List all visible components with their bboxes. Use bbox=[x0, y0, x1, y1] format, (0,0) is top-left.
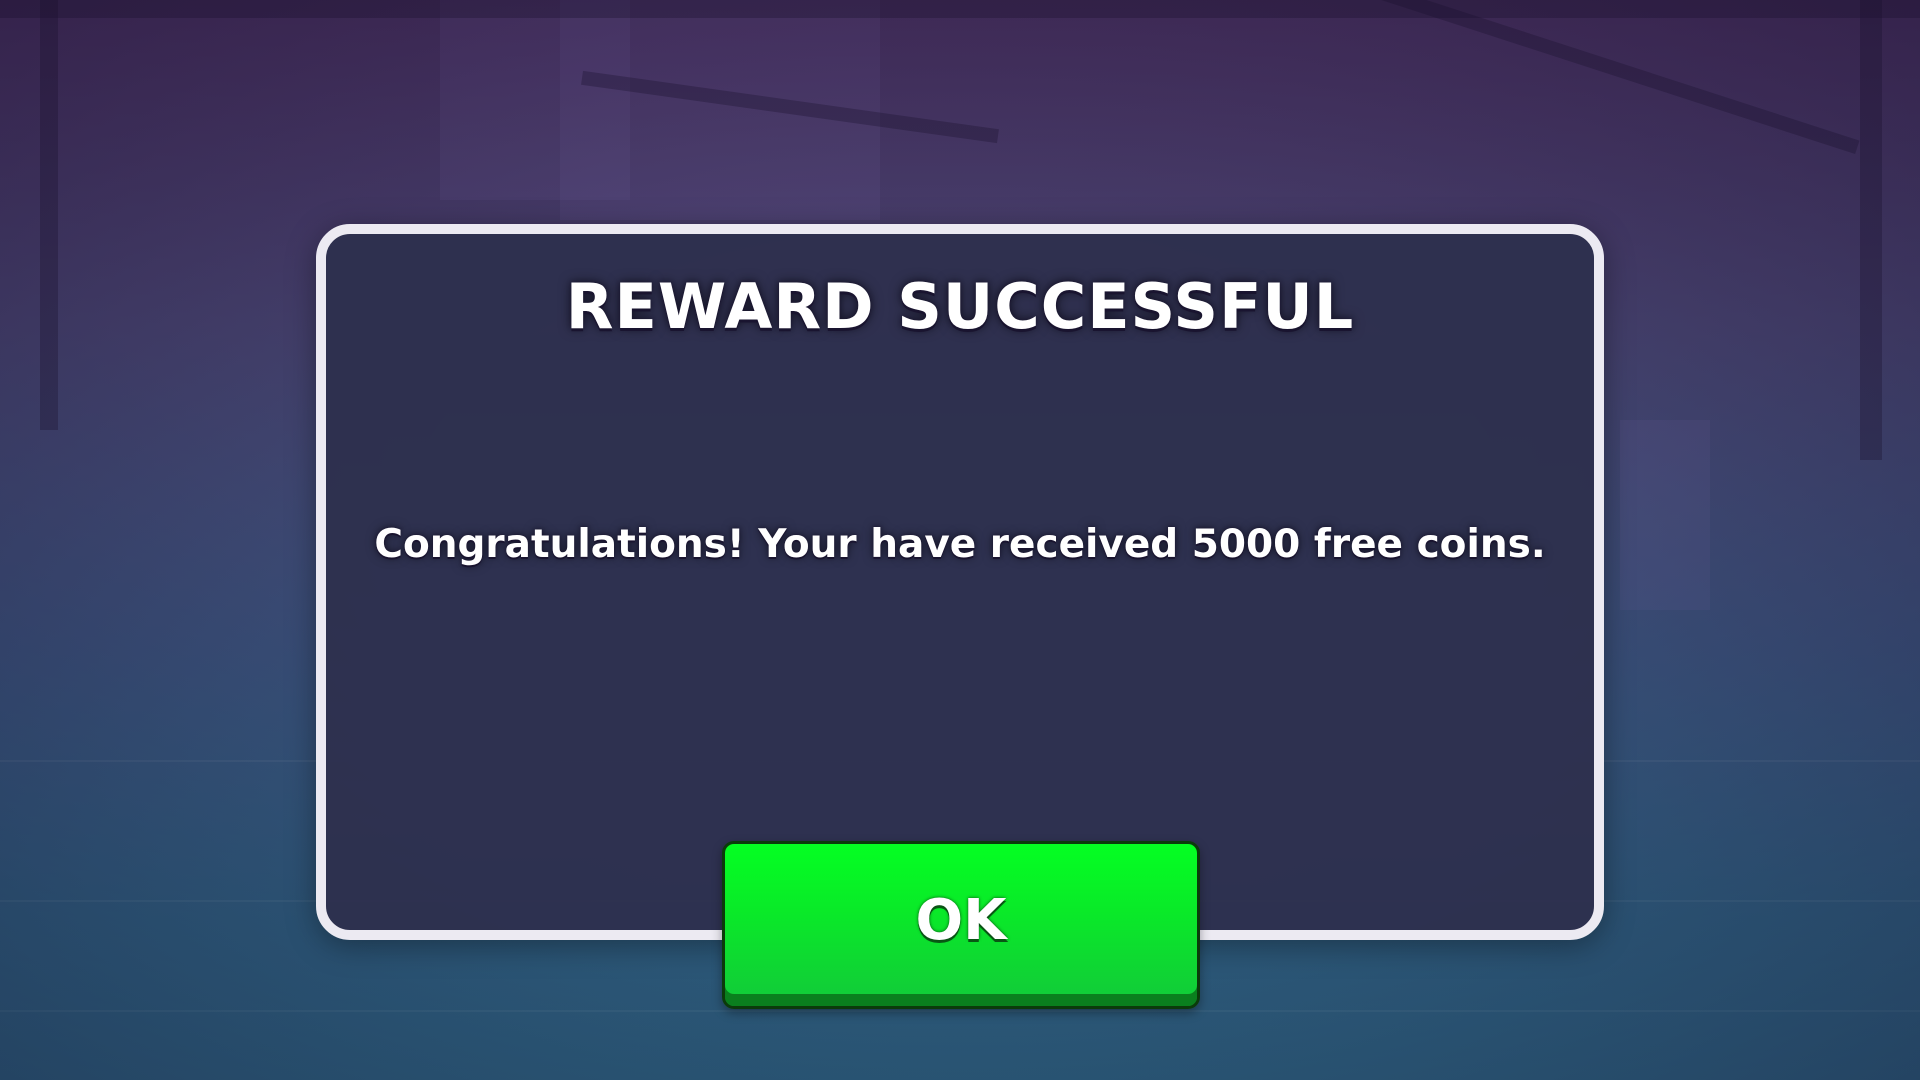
ok-button[interactable]: OK bbox=[722, 841, 1200, 1009]
dialog-message: Congratulations! Your have received 5000… bbox=[374, 522, 1546, 567]
ok-button-label: OK bbox=[915, 887, 1007, 953]
dialog-title: REWARD SUCCESSFUL bbox=[565, 270, 1355, 343]
reward-dialog: REWARD SUCCESSFUL Congratulations! Your … bbox=[316, 224, 1604, 940]
